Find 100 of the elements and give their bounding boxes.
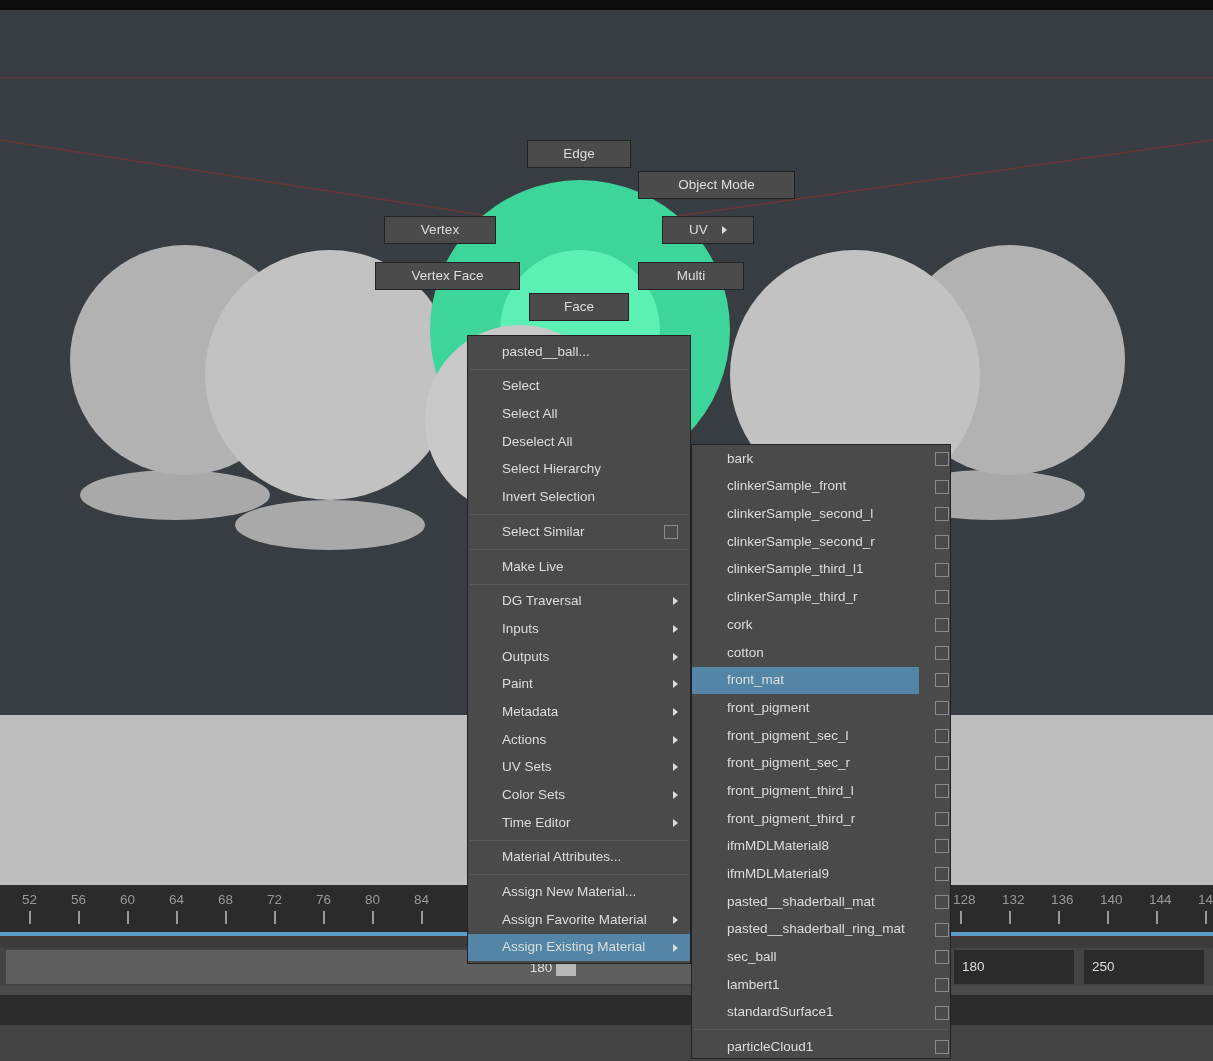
option-box[interactable] [935, 839, 949, 854]
submenu-arrow-icon [673, 791, 678, 800]
option-box[interactable] [935, 950, 949, 965]
menu-item[interactable]: Metadata [468, 698, 690, 726]
menu-item[interactable]: Select Similar [468, 518, 690, 546]
menu-item[interactable]: UV Sets [468, 753, 690, 782]
tick-mark [1107, 911, 1109, 924]
tick-mark [1058, 911, 1060, 924]
menu-item[interactable]: front_pigment_sec_l [692, 721, 919, 750]
frame-field[interactable]: 250 [1084, 950, 1204, 984]
mode-button[interactable]: Face [529, 293, 629, 321]
menu-item[interactable]: Assign Favorite Material [468, 906, 690, 934]
mode-button[interactable]: Vertex [384, 216, 496, 244]
menu-item[interactable]: bark [692, 445, 919, 473]
option-box[interactable] [935, 784, 949, 799]
mode-button[interactable]: Multi [638, 262, 744, 290]
menu-item[interactable]: DG Traversal [468, 587, 690, 616]
frame-label: 136 [1051, 891, 1074, 909]
mode-button[interactable]: Edge [527, 140, 631, 168]
menu-item[interactable]: Actions [468, 725, 690, 754]
option-box[interactable] [935, 1040, 949, 1055]
menu-item[interactable]: clinkerSample_front [692, 472, 919, 501]
tick-mark [960, 911, 962, 924]
menu-item[interactable]: Outputs [468, 642, 690, 671]
menu-item[interactable]: ifmMDLMaterial8 [692, 832, 919, 861]
frame-label: 128 [953, 891, 976, 909]
frame-label: 80 [365, 891, 381, 909]
submenu-arrow-icon [673, 763, 678, 772]
menu-item[interactable]: pasted__shaderball_ring_mat [692, 915, 919, 944]
menu-item[interactable]: cotton [692, 638, 919, 667]
menu-item[interactable]: clinkerSample_second_r [692, 528, 919, 556]
menu-item[interactable]: Inputs [468, 615, 690, 643]
option-box[interactable] [935, 867, 949, 882]
menu-item[interactable]: Time Editor [468, 809, 690, 837]
option-box[interactable] [935, 534, 949, 549]
frame-label: 64 [169, 891, 185, 909]
menu-item[interactable]: clinkerSample_third_r [692, 583, 919, 612]
tick-mark [372, 911, 374, 924]
option-box[interactable] [935, 673, 949, 688]
submenu-arrow-icon [673, 735, 678, 744]
menu-item[interactable]: clinkerSample_third_l1 [692, 555, 919, 584]
submenu-arrow-icon [673, 597, 678, 606]
option-box[interactable] [935, 590, 949, 605]
menu-item[interactable]: front_pigment [692, 694, 919, 722]
menu-item[interactable]: Invert Selection [468, 483, 690, 512]
menu-item[interactable]: Select All [468, 400, 690, 429]
tick-mark [1205, 911, 1207, 924]
frame-label: 68 [218, 891, 234, 909]
submenu-arrow-icon [673, 625, 678, 634]
option-box[interactable] [935, 756, 949, 771]
option-box[interactable] [935, 894, 949, 909]
menu-item[interactable]: Material Attributes... [468, 843, 690, 872]
menu-item[interactable]: Select Hierarchy [468, 455, 690, 484]
tick-mark [127, 911, 129, 924]
submenu-arrow-icon [721, 226, 727, 234]
option-box[interactable] [935, 562, 949, 577]
menu-item[interactable]: clinkerSample_second_l [692, 500, 919, 529]
option-box[interactable] [935, 451, 949, 466]
option-box[interactable] [935, 507, 949, 522]
option-box[interactable] [935, 811, 949, 826]
frame-label: 14 [1198, 891, 1213, 909]
tick-mark [225, 911, 227, 924]
menu-item[interactable]: particleCloud1 [692, 1033, 919, 1061]
menu-item[interactable]: Deselect All [468, 428, 690, 456]
option-box[interactable] [935, 617, 949, 632]
option-box[interactable] [935, 645, 949, 660]
option-box[interactable] [935, 1005, 949, 1020]
option-box[interactable] [935, 701, 949, 716]
menu-item[interactable]: front_pigment_third_l [692, 777, 919, 805]
menu-item[interactable]: Assign New Material... [468, 878, 690, 907]
menu-item[interactable]: front_pigment_third_r [692, 804, 919, 833]
menu-header: pasted__ball... [501, 342, 591, 361]
menu-item[interactable]: pasted__shaderball_mat [692, 888, 919, 916]
menu-item[interactable]: standardSurface1 [692, 998, 919, 1027]
menu-item[interactable]: Select [468, 372, 690, 401]
tick-mark [1009, 911, 1011, 924]
option-box[interactable] [935, 479, 949, 494]
frame-label: 56 [71, 891, 87, 909]
mode-button[interactable]: UV [662, 216, 754, 244]
option-box[interactable] [935, 922, 949, 937]
option-box[interactable] [664, 524, 678, 539]
menu-item[interactable]: ifmMDLMaterial9 [692, 860, 919, 888]
frame-field[interactable]: 180 [954, 950, 1074, 984]
tick-mark [421, 911, 423, 924]
mode-button[interactable]: Vertex Face [375, 262, 520, 290]
submenu-arrow-icon [673, 915, 678, 924]
submenu-arrow-icon [673, 818, 678, 827]
frame-label: 84 [414, 891, 430, 909]
menu-item[interactable]: front_pigment_sec_r [692, 749, 919, 778]
menu-item[interactable]: cork [692, 611, 919, 639]
submenu-arrow-icon [673, 943, 678, 952]
menu-item[interactable]: Make Live [468, 552, 690, 581]
tick-mark [176, 911, 178, 924]
option-box[interactable] [935, 977, 949, 992]
menu-item[interactable]: Color Sets [468, 781, 690, 809]
option-box[interactable] [935, 728, 949, 743]
mode-button[interactable]: Object Mode [638, 171, 795, 199]
menu-item[interactable]: Paint [468, 670, 690, 699]
tick-mark [78, 911, 80, 924]
submenu-arrow-icon [673, 708, 678, 717]
